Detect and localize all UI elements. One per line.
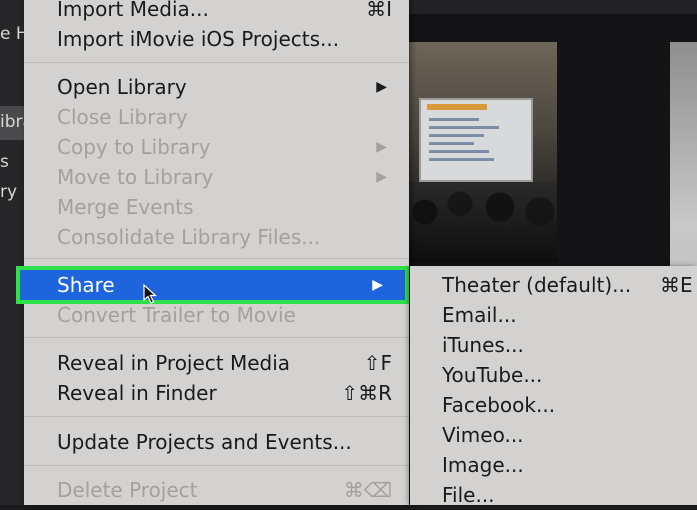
viewer-top-bar [405, 0, 697, 14]
menu-item-label: Convert Trailer to Movie [57, 303, 296, 327]
projector-screen-image [419, 98, 533, 182]
menu-item-delete-project: Delete Project ⌘⌫ [24, 475, 409, 505]
submenu-item-vimeo[interactable]: Vimeo... [410, 420, 697, 450]
clip-thumbnail-presentation[interactable] [405, 42, 557, 262]
menu-item-label: Move to Library [57, 165, 214, 189]
shortcut-label: ⌘⌫ [343, 478, 392, 502]
mouse-pointer-icon [143, 284, 158, 304]
shortcut-label: ⌘I [366, 0, 392, 21]
menu-item-label: Open Library [57, 75, 187, 99]
submenu-item-theater[interactable]: Theater (default)... ⌘E [410, 270, 697, 300]
submenu-item-itunes[interactable]: iTunes... [410, 330, 697, 360]
menu-item-update-projects-events[interactable]: Update Projects and Events... [24, 427, 409, 457]
menu-item-label: Import Media... [57, 0, 209, 21]
share-submenu: Theater (default)... ⌘E Email... iTunes.… [410, 266, 697, 507]
menu-item-label: Consolidate Library Files... [57, 225, 321, 249]
menu-item-label: Reveal in Project Media [57, 351, 291, 375]
sidebar-text-fragment: s [0, 152, 9, 172]
menu-item-label: Import iMovie iOS Projects... [57, 27, 340, 51]
menu-item-share[interactable]: Share ▶ [16, 266, 409, 304]
submenu-arrow-icon: ▶ [372, 277, 383, 293]
submenu-item-email[interactable]: Email... [410, 300, 697, 330]
submenu-arrow-icon: ▶ [376, 169, 387, 185]
submenu-item-label: Vimeo... [442, 423, 524, 447]
menu-separator [24, 416, 409, 417]
menu-separator [24, 62, 409, 63]
menu-item-reveal-in-finder[interactable]: Reveal in Finder ⇧⌘R [24, 378, 409, 408]
menu-separator [24, 465, 409, 466]
submenu-item-label: Image... [442, 453, 524, 477]
submenu-arrow-icon: ▶ [376, 139, 387, 155]
menu-item-import-media[interactable]: Import Media... ⌘I [24, 0, 409, 24]
shortcut-label: ⇧⌘R [341, 381, 392, 405]
menu-separator [24, 258, 409, 259]
submenu-item-image[interactable]: Image... [410, 450, 697, 480]
menu-item-label: Update Projects and Events... [57, 430, 352, 454]
sidebar-text-fragment: ry [0, 182, 18, 202]
menu-item-label: Delete Project [57, 478, 198, 502]
menu-item-label: Share [57, 273, 115, 297]
audience-image [405, 182, 557, 262]
submenu-item-facebook[interactable]: Facebook... [410, 390, 697, 420]
submenu-item-file[interactable]: File... [410, 480, 697, 510]
menu-item-convert-trailer: Convert Trailer to Movie [24, 300, 409, 330]
submenu-item-label: Email... [442, 303, 517, 327]
menu-item-label: Reveal in Finder [57, 381, 217, 405]
menu-item-merge-events: Merge Events [24, 192, 409, 222]
menu-item-open-library[interactable]: Open Library ▶ [24, 72, 409, 102]
menu-item-consolidate-library-files: Consolidate Library Files... [24, 222, 409, 252]
menu-item-label: Close Library [57, 105, 188, 129]
menu-item-import-imovie-ios[interactable]: Import iMovie iOS Projects... [24, 24, 409, 54]
file-menu: Import Media... ⌘I Import iMovie iOS Pro… [16, 0, 409, 505]
shortcut-label: ⌘E [660, 273, 693, 297]
submenu-arrow-icon: ▶ [376, 79, 387, 95]
menu-item-label: Merge Events [57, 195, 194, 219]
submenu-item-label: iTunes... [442, 333, 524, 357]
submenu-item-label: Theater (default)... [442, 273, 632, 297]
menu-item-reveal-in-project-media[interactable]: Reveal in Project Media ⇧F [24, 348, 409, 378]
menu-item-label: Copy to Library [57, 135, 211, 159]
menu-item-move-to-library: Move to Library ▶ [24, 162, 409, 192]
submenu-item-label: YouTube... [442, 363, 543, 387]
submenu-item-label: File... [442, 483, 495, 507]
menu-item-copy-to-library: Copy to Library ▶ [24, 132, 409, 162]
submenu-item-label: Facebook... [442, 393, 556, 417]
menu-item-close-library: Close Library [24, 102, 409, 132]
menu-separator [24, 337, 409, 338]
submenu-item-youtube[interactable]: YouTube... [410, 360, 697, 390]
shortcut-label: ⇧F [363, 351, 392, 375]
